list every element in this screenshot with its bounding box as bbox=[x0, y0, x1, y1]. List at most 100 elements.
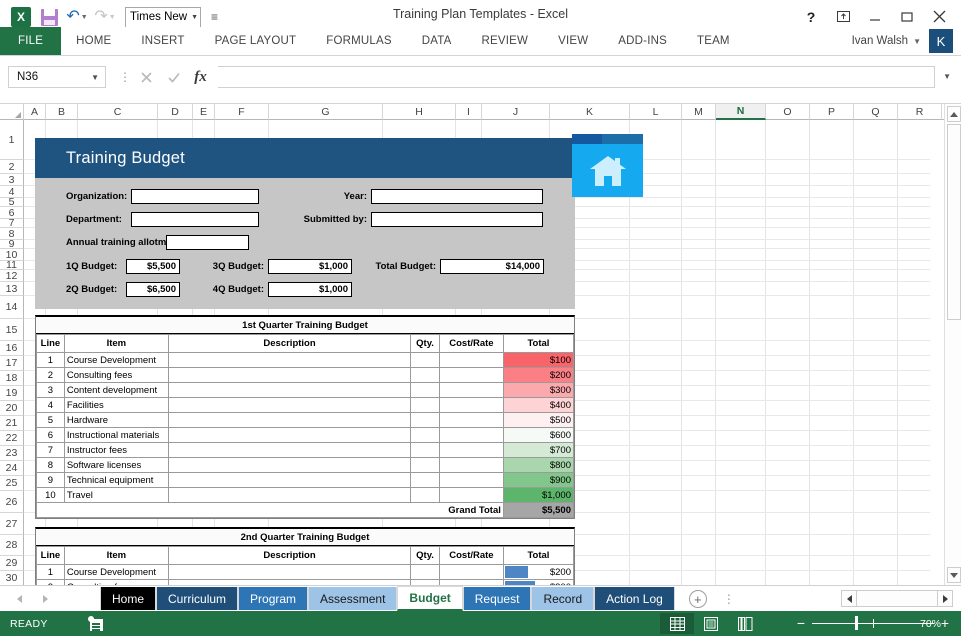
cell-item[interactable]: Instructor fees bbox=[64, 443, 168, 458]
table-row[interactable]: 4Facilities$400 bbox=[37, 398, 574, 413]
page-layout-view-icon[interactable] bbox=[694, 613, 728, 634]
cell-description[interactable] bbox=[168, 565, 410, 580]
row-header-2[interactable]: 2 bbox=[0, 160, 24, 174]
row-header-26[interactable]: 26 bbox=[0, 491, 24, 513]
cell-cost[interactable] bbox=[439, 428, 503, 443]
cell-total[interactable]: $500 bbox=[503, 413, 573, 428]
cell-description[interactable] bbox=[168, 458, 410, 473]
row-header-23[interactable]: 23 bbox=[0, 446, 24, 461]
row-header-3[interactable]: 3 bbox=[0, 174, 24, 186]
cell-qty[interactable] bbox=[411, 383, 440, 398]
cell-cost[interactable] bbox=[439, 413, 503, 428]
cell-description[interactable] bbox=[168, 473, 410, 488]
cell-description[interactable] bbox=[168, 368, 410, 383]
sheet-tab-request[interactable]: Request bbox=[463, 587, 532, 610]
page-break-preview-icon[interactable] bbox=[728, 613, 762, 634]
cell-qty[interactable] bbox=[411, 473, 440, 488]
horizontal-scrollbar[interactable] bbox=[841, 590, 953, 607]
column-header-P[interactable]: P bbox=[810, 104, 854, 120]
row-header-19[interactable]: 19 bbox=[0, 386, 24, 401]
cell-item[interactable]: Travel bbox=[64, 488, 168, 503]
department-field[interactable] bbox=[131, 212, 259, 227]
column-header-D[interactable]: D bbox=[158, 104, 193, 120]
year-field[interactable] bbox=[371, 189, 543, 204]
table-row[interactable]: 10Travel $1,000 bbox=[37, 488, 574, 503]
submitted-by-field[interactable] bbox=[371, 212, 543, 227]
cell-cost[interactable] bbox=[439, 565, 503, 580]
enter-icon[interactable] bbox=[160, 66, 187, 88]
cell-line[interactable]: 8 bbox=[37, 458, 65, 473]
ribbon-tab-formulas[interactable]: FORMULAS bbox=[311, 27, 407, 55]
sheet-tab-overflow-icon[interactable]: ⋮ bbox=[723, 592, 735, 606]
ribbon-tab-home[interactable]: HOME bbox=[61, 27, 126, 55]
column-header-Q[interactable]: Q bbox=[854, 104, 898, 120]
organization-field[interactable] bbox=[131, 189, 259, 204]
cell-cost[interactable] bbox=[439, 368, 503, 383]
sheet-tab-budget[interactable]: Budget bbox=[397, 586, 462, 611]
row-header-24[interactable]: 24 bbox=[0, 461, 24, 476]
table-row[interactable]: 2Consulting fees$200 bbox=[37, 368, 574, 383]
add-sheet-button[interactable]: + bbox=[689, 590, 707, 608]
cell-line[interactable]: 2 bbox=[37, 368, 65, 383]
cell-qty[interactable] bbox=[411, 353, 440, 368]
row-header-28[interactable]: 28 bbox=[0, 535, 24, 556]
column-header-L[interactable]: L bbox=[630, 104, 682, 120]
cell-total[interactable]: $100 bbox=[503, 353, 573, 368]
table-row[interactable]: 5Hardware$500 bbox=[37, 413, 574, 428]
save-icon[interactable] bbox=[36, 5, 62, 29]
cell-line[interactable]: 5 bbox=[37, 413, 65, 428]
q4-budget-value[interactable]: $1,000 bbox=[268, 282, 352, 297]
sheet-tab-home[interactable]: Home bbox=[100, 587, 156, 610]
total-budget-value[interactable]: $14,000 bbox=[440, 259, 544, 274]
ribbon-tab-add-ins[interactable]: ADD-INS bbox=[603, 27, 682, 55]
row-header-14[interactable]: 14 bbox=[0, 296, 24, 319]
ribbon-display-options-icon[interactable] bbox=[827, 4, 859, 29]
cell-item[interactable]: Software licenses bbox=[64, 458, 168, 473]
cell-line[interactable]: 10 bbox=[37, 488, 65, 503]
cell-line[interactable]: 7 bbox=[37, 443, 65, 458]
zoom-slider-thumb[interactable] bbox=[855, 616, 858, 630]
ribbon-tab-review[interactable]: REVIEW bbox=[467, 27, 544, 55]
cell-cost[interactable] bbox=[439, 473, 503, 488]
table-row[interactable]: 1Course Development $100 bbox=[37, 353, 574, 368]
sheet-tab-action-log[interactable]: Action Log bbox=[594, 587, 675, 610]
cell-item[interactable]: Instructional materials bbox=[64, 428, 168, 443]
select-all-button[interactable] bbox=[0, 104, 24, 120]
cell-description[interactable] bbox=[168, 353, 410, 368]
column-header-I[interactable]: I bbox=[456, 104, 482, 120]
cell-qty[interactable] bbox=[411, 413, 440, 428]
scroll-right-icon[interactable] bbox=[937, 590, 953, 607]
q1-budget-value[interactable]: $5,500 bbox=[126, 259, 180, 274]
table-row[interactable]: 6Instructional materials$600 bbox=[37, 428, 574, 443]
ribbon-tab-page-layout[interactable]: PAGE LAYOUT bbox=[200, 27, 312, 55]
annual-allotment-field[interactable] bbox=[166, 235, 249, 250]
cell-cost[interactable] bbox=[439, 443, 503, 458]
cell-total[interactable]: $300 bbox=[503, 383, 573, 398]
cell-cost[interactable] bbox=[439, 458, 503, 473]
cell-item[interactable]: Course Development bbox=[64, 353, 168, 368]
column-header-C[interactable]: C bbox=[78, 104, 158, 120]
ribbon-tab-file[interactable]: FILE bbox=[0, 27, 61, 55]
row-header-27[interactable]: 27 bbox=[0, 513, 24, 535]
cell-total[interactable]: $700 bbox=[503, 443, 573, 458]
cell-description[interactable] bbox=[168, 383, 410, 398]
scroll-down-icon[interactable] bbox=[947, 567, 961, 583]
vertical-scroll-thumb[interactable] bbox=[947, 124, 961, 320]
minimize-icon[interactable] bbox=[859, 4, 891, 29]
row-header-20[interactable]: 20 bbox=[0, 401, 24, 416]
sheet-tab-program[interactable]: Program bbox=[238, 587, 308, 610]
row-header-21[interactable]: 21 bbox=[0, 416, 24, 431]
table-row[interactable]: 9Technical equipment$900 bbox=[37, 473, 574, 488]
cell-description[interactable] bbox=[168, 398, 410, 413]
cell-description[interactable] bbox=[168, 428, 410, 443]
row-header-29[interactable]: 29 bbox=[0, 556, 24, 571]
sheet-tab-record[interactable]: Record bbox=[531, 587, 594, 610]
cell-total[interactable]: $1,000 bbox=[503, 488, 573, 503]
column-header-M[interactable]: M bbox=[682, 104, 716, 120]
q3-budget-value[interactable]: $1,000 bbox=[268, 259, 352, 274]
scroll-left-icon[interactable] bbox=[841, 590, 857, 607]
cell-qty[interactable] bbox=[411, 488, 440, 503]
user-account[interactable]: Ivan Walsh ▼ bbox=[852, 27, 921, 55]
vertical-scrollbar[interactable] bbox=[944, 104, 961, 585]
cell-line[interactable]: 1 bbox=[37, 353, 65, 368]
